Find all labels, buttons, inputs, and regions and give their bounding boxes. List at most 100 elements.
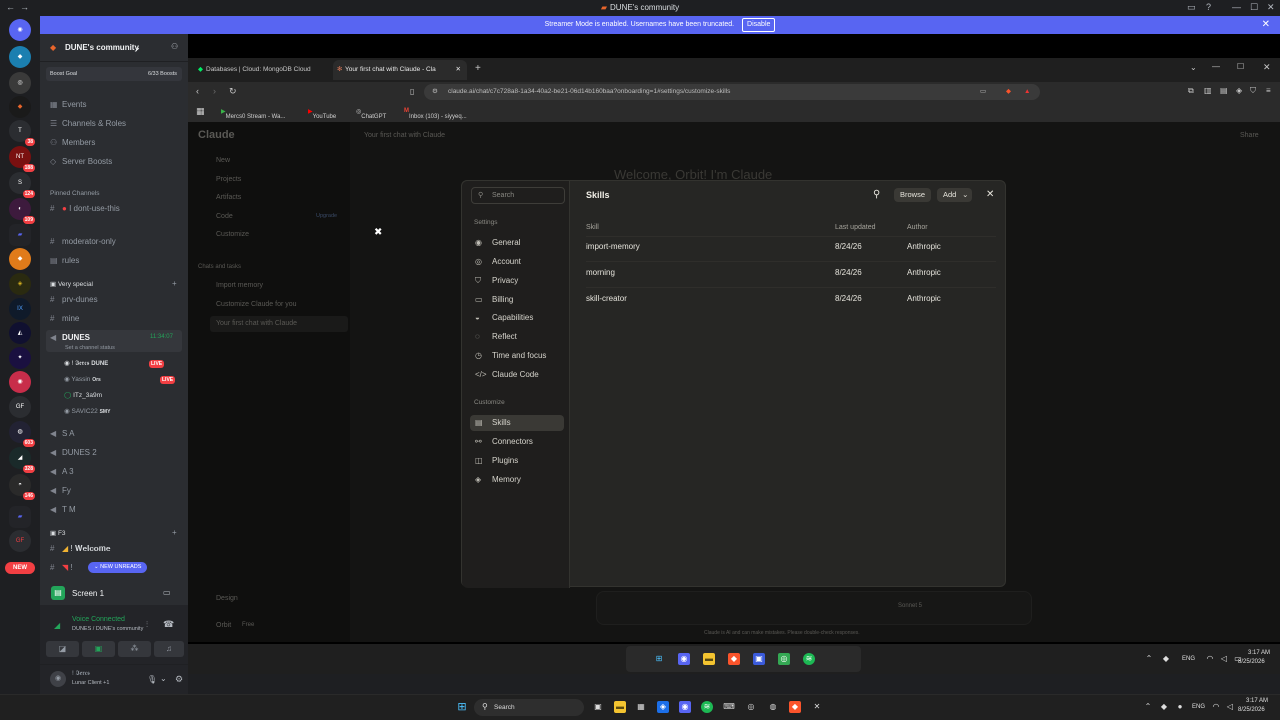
reload-icon[interactable]: ↻ bbox=[229, 86, 237, 97]
nav-memory[interactable]: ◈ Memory bbox=[470, 472, 564, 488]
channel-item[interactable]: # ◢ ! 𝐖𝐞𝐥𝐜𝐨𝐦𝐞 bbox=[50, 544, 111, 554]
maximize-icon[interactable]: ☐ bbox=[1250, 2, 1258, 13]
table-row[interactable]: skill-creator 8/24/26 Anthropic bbox=[586, 289, 996, 314]
camera-button[interactable]: ◪ bbox=[46, 641, 79, 657]
server-icon[interactable]: T 38 bbox=[9, 120, 35, 146]
menu-events[interactable]: ▦ Events bbox=[50, 100, 86, 109]
nav-capabilities[interactable]: ◒ Capabilities bbox=[470, 310, 564, 326]
bookmark-item[interactable]: ▶ YouTube bbox=[308, 108, 336, 120]
design-link[interactable]: Design bbox=[216, 595, 238, 602]
folder-icon[interactable]: ▰ bbox=[9, 506, 31, 528]
nav-privacy[interactable]: ⛉ Privacy bbox=[470, 273, 564, 289]
server-icon[interactable]: ◆ bbox=[9, 96, 31, 118]
search-box[interactable]: ⚲ Search bbox=[474, 699, 584, 716]
explorer-icon[interactable]: ▬ bbox=[614, 701, 626, 713]
server-icon[interactable]: ◢ 328 bbox=[9, 447, 35, 473]
language-indicator[interactable]: ENG bbox=[1192, 704, 1205, 710]
footer-user[interactable]: Orbit bbox=[216, 622, 231, 629]
server-icon[interactable]: ◍ 603 bbox=[9, 421, 35, 447]
new-unreads-pill[interactable]: ⌄ NEW UNREADS bbox=[88, 562, 148, 573]
add-member-icon[interactable]: ⚇ bbox=[171, 42, 178, 51]
close-icon[interactable]: ✕ bbox=[986, 189, 994, 200]
server-icon[interactable]: ◓ 146 bbox=[9, 474, 35, 500]
spotify-icon[interactable]: ≋ bbox=[803, 653, 815, 665]
voice-user[interactable]: ◯ ITz_3a9m bbox=[64, 391, 102, 399]
disable-button[interactable]: Disable bbox=[742, 18, 776, 32]
search-icon[interactable]: ⚲ bbox=[873, 189, 880, 200]
add-channel-icon[interactable]: + bbox=[172, 279, 177, 288]
app-icon[interactable]: ✕ bbox=[811, 701, 823, 713]
chevron-down-icon[interactable]: ⌄ bbox=[160, 674, 167, 683]
explorer-icon[interactable]: ▬ bbox=[703, 653, 715, 665]
mic-icon[interactable]: 🎙︎ bbox=[147, 675, 157, 684]
close-icon[interactable]: ✕ bbox=[1263, 62, 1271, 73]
bookmark-item[interactable]: ▶ Mercs0 Stream - Wa... bbox=[221, 108, 285, 120]
voice-location[interactable]: DUNES / DUNE's community bbox=[72, 626, 143, 632]
signal-icon[interactable]: ◢ bbox=[54, 621, 60, 630]
server-icon[interactable]: S 124 bbox=[9, 172, 35, 198]
language-indicator[interactable]: ENG bbox=[1182, 656, 1195, 662]
voice-user[interactable]: ◉ SAVIC22 SMY bbox=[64, 407, 110, 415]
new-unreads-badge[interactable]: NEW bbox=[5, 562, 35, 574]
server-icon[interactable]: ✦ bbox=[9, 347, 31, 369]
server-icon[interactable]: ◈ bbox=[9, 273, 31, 295]
voice-channel[interactable]: ◀ A 3 bbox=[50, 467, 74, 476]
settings-gear-icon[interactable]: ⚙ bbox=[175, 674, 183, 685]
spotify-icon[interactable]: ≋ bbox=[701, 701, 713, 713]
sidebar-icon[interactable]: ▥ bbox=[1204, 86, 1212, 95]
voice-channel[interactable]: ◀ Fy bbox=[50, 486, 71, 495]
upgrade-badge[interactable]: Upgrade bbox=[316, 213, 337, 219]
tab-close-icon[interactable]: ✕ bbox=[456, 60, 461, 80]
app-icon[interactable]: ⌨ bbox=[723, 701, 735, 713]
voice-user[interactable]: ◉ Yassin Ors bbox=[64, 375, 101, 383]
category-header[interactable]: ▣ Very special bbox=[50, 280, 93, 288]
discord-icon[interactable]: ◉ bbox=[679, 701, 691, 713]
extensions-icon[interactable]: ⧉ bbox=[1188, 86, 1194, 96]
new-tab-icon[interactable]: + bbox=[475, 63, 481, 74]
soundboard-button[interactable]: ♫ bbox=[154, 641, 184, 657]
back-icon[interactable]: ‹ bbox=[196, 86, 199, 96]
avatar[interactable]: ◉ bbox=[50, 671, 66, 687]
server-icon[interactable]: ◭ bbox=[9, 322, 31, 344]
maximize-icon[interactable]: ☐ bbox=[1237, 62, 1244, 71]
tab-claude[interactable]: ✻ Your first chat with Claude - Cla ✕ bbox=[333, 60, 467, 80]
volume-icon[interactable]: ◁ bbox=[1224, 701, 1236, 713]
channel-item[interactable]: # ● I dont-use-this bbox=[50, 204, 120, 213]
table-row[interactable]: import-memory 8/24/26 Anthropic bbox=[586, 237, 996, 262]
minimize-icon[interactable]: — bbox=[1232, 2, 1241, 12]
nav-general[interactable]: ◉ General bbox=[470, 235, 564, 251]
user-name[interactable]: ! 𝕴𝖊𝖗𝖈𝖘 bbox=[72, 670, 90, 678]
settings-search-input[interactable]: ⚲ Search bbox=[471, 187, 565, 204]
wifi-icon[interactable]: ◠ bbox=[1210, 701, 1222, 713]
category-header[interactable]: ▣ F3 bbox=[50, 529, 66, 537]
bookmark-icon[interactable]: ▯ bbox=[410, 87, 414, 96]
model-selector[interactable]: Sonnet 5 bbox=[898, 603, 922, 609]
server-icon[interactable]: ◐ 109 bbox=[9, 198, 35, 224]
claude-brand[interactable]: Claude bbox=[198, 129, 235, 141]
nav-skills[interactable]: ▤ Skills bbox=[470, 415, 564, 431]
discord-home-icon[interactable]: ◉ bbox=[9, 19, 31, 41]
server-icon[interactable]: GF bbox=[9, 530, 31, 552]
voice-channel[interactable]: ◀ DUNES 2 bbox=[50, 448, 97, 457]
volume-icon[interactable]: ◁ bbox=[1218, 653, 1230, 665]
chevron-up-icon[interactable]: ⌃ bbox=[1143, 653, 1155, 665]
clock-time[interactable]: 3:17 AM bbox=[1248, 650, 1270, 656]
app-icon[interactable]: ◈ bbox=[657, 701, 669, 713]
forward-icon[interactable]: › bbox=[213, 86, 216, 96]
chat-input[interactable] bbox=[596, 591, 1032, 625]
nav-billing[interactable]: ▭ Billing bbox=[470, 292, 564, 308]
rewards-icon[interactable]: ▲ bbox=[1024, 84, 1030, 100]
add-channel-icon[interactable]: + bbox=[172, 528, 177, 537]
site-info-icon[interactable]: ⚙ bbox=[432, 84, 438, 100]
share-button[interactable]: Share bbox=[1240, 132, 1259, 139]
discord-icon[interactable]: ◉ bbox=[678, 653, 690, 665]
voice-channel-name[interactable]: ◀ DUNES bbox=[50, 333, 90, 342]
server-icon[interactable]: ◆ bbox=[9, 46, 31, 68]
server-icon[interactable]: ◉ bbox=[9, 371, 31, 393]
screen-share-button[interactable]: ▣ bbox=[82, 641, 115, 657]
server-icon[interactable]: ◆ bbox=[9, 248, 31, 270]
brave-icon[interactable]: ◆ bbox=[728, 653, 740, 665]
clock-time[interactable]: 3:17 AM bbox=[1246, 698, 1268, 704]
browse-button[interactable]: Browse bbox=[894, 188, 932, 202]
channel-item[interactable]: # mine bbox=[50, 314, 79, 323]
